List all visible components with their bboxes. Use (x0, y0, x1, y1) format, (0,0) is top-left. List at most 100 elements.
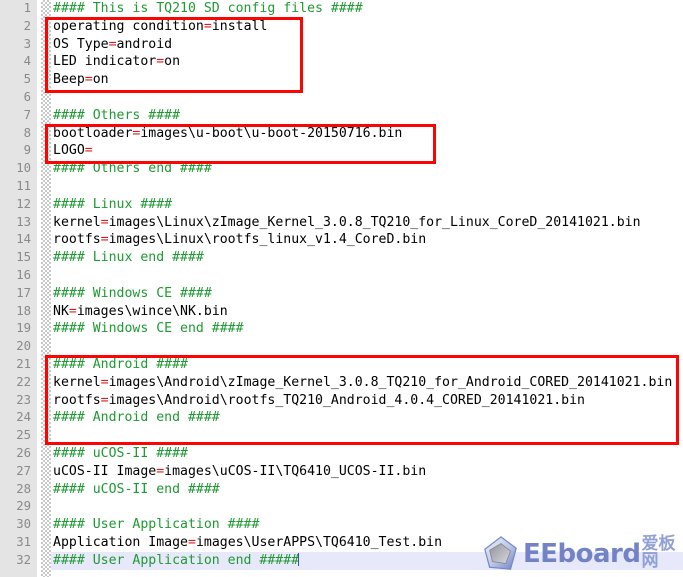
code-line[interactable]: 18 NK=images\wince\NK.bin (0, 303, 683, 321)
code-line-text[interactable]: OS Type=android (53, 36, 172, 54)
code-line[interactable]: 4 LED indicator=on (0, 53, 683, 71)
code-token-text: images\Linux\rootfs_linux_v1.4_CoreD.bin (108, 232, 427, 248)
code-token-text: Application Image (53, 534, 188, 550)
code-line[interactable]: 8 bootloader=images\u-boot\u-boot-2015071… (0, 125, 683, 143)
code-token-comment: #### User Application end ##### (53, 552, 300, 568)
code-line[interactable]: 24 #### Android end #### (0, 409, 683, 427)
code-line[interactable]: 21 #### Android #### (0, 356, 683, 374)
line-number: 8 (23, 125, 31, 140)
code-token-text: images\Android\zImage_Kernel_3.0.8_TQ210… (108, 374, 673, 390)
code-token-text: android (116, 36, 173, 52)
code-line[interactable]: 11 (0, 178, 683, 196)
code-token-comment: #### Linux #### (53, 196, 173, 212)
code-line[interactable]: 6 (0, 89, 683, 107)
code-line-text[interactable]: #### uCOS-II #### (53, 445, 188, 463)
code-line-text[interactable]: NK=images\wince\NK.bin (53, 303, 228, 321)
code-line[interactable]: 13 kernel=images\Linux\zImage_Kernel_3.0.… (0, 214, 683, 232)
code-token-text: bootloader (53, 125, 133, 141)
code-token-comment: #### Linux end #### (53, 250, 204, 266)
code-line-text[interactable]: #### Linux #### (53, 196, 172, 214)
code-line-text[interactable]: Beep=on (53, 71, 109, 89)
text-editor-window[interactable]: 1 #### This is TQ210 SD config files ####… (0, 0, 683, 577)
line-number: 15 (16, 250, 31, 265)
code-line[interactable]: 17 #### Windows CE #### (0, 285, 683, 303)
code-token-text: images\UserAPPS\TQ6410_Test.bin (195, 534, 443, 550)
code-line-text[interactable]: operating condition=install (53, 18, 267, 36)
line-number: 13 (16, 214, 31, 229)
line-number: 3 (23, 36, 31, 51)
code-line-text[interactable]: #### Linux end #### (53, 249, 204, 267)
code-line-text[interactable]: LED indicator=on (53, 53, 180, 71)
line-number: 29 (16, 499, 31, 514)
code-line-text[interactable]: #### Windows CE end #### (53, 320, 244, 338)
line-number: 20 (16, 339, 31, 354)
code-line-text[interactable]: #### Others #### (53, 107, 180, 125)
line-number: 27 (16, 463, 31, 478)
line-number: 31 (16, 534, 31, 549)
code-line-text[interactable]: LOGO= (53, 142, 93, 160)
code-line[interactable]: 2 operating condition=install (0, 18, 683, 36)
line-number: 9 (23, 143, 31, 158)
code-line-text[interactable]: #### User Application end ##### (53, 552, 300, 570)
code-line[interactable]: 12 #### Linux #### (0, 196, 683, 214)
code-token-eq: = (84, 143, 93, 159)
code-line[interactable]: 1 #### This is TQ210 SD config files #### (0, 0, 683, 18)
code-line-text[interactable]: rootfs=images\Android\rootfs_TQ210_Andro… (53, 392, 585, 410)
line-number: 2 (23, 18, 31, 33)
code-token-text: LED indicator (53, 54, 157, 70)
code-token-comment: #### Windows CE end #### (53, 321, 244, 337)
code-line[interactable]: 28 #### uCOS-II end #### (0, 481, 683, 499)
code-line-text[interactable]: #### This is TQ210 SD config files #### (53, 0, 363, 18)
code-line[interactable]: 14 rootfs=images\Linux\rootfs_linux_v1.4_… (0, 231, 683, 249)
code-token-text: images\Linux\zImage_Kernel_3.0.8_TQ210_f… (108, 214, 641, 230)
line-number: 22 (16, 374, 31, 389)
code-line-text[interactable]: kernel=images\Linux\zImage_Kernel_3.0.8_… (53, 214, 641, 232)
code-line-text[interactable]: #### Android end #### (53, 409, 220, 427)
code-line-text[interactable]: #### uCOS-II end #### (53, 481, 220, 499)
code-token-text: Beep (53, 72, 85, 88)
code-line[interactable]: 19 #### Windows CE end #### (0, 320, 683, 338)
code-line[interactable]: 29 (0, 498, 683, 516)
line-number: 1 (23, 1, 31, 15)
code-line-text[interactable]: #### Windows CE #### (53, 285, 212, 303)
code-line[interactable]: 5 Beep=on (0, 71, 683, 89)
code-line-text[interactable]: #### Others end #### (53, 160, 212, 178)
code-token-eq: = (84, 72, 93, 88)
eeboard-watermark: EEboard 爱板网 (482, 535, 680, 573)
code-line-text[interactable]: uCOS-II Image=images\uCOS-II\TQ6410_UCOS… (53, 463, 426, 481)
code-token-eq: = (68, 303, 77, 319)
code-line[interactable]: 26 #### uCOS-II #### (0, 445, 683, 463)
line-number: 16 (16, 267, 31, 282)
line-number: 7 (23, 107, 31, 122)
code-line[interactable]: 3 OS Type=android (0, 36, 683, 54)
code-line[interactable]: 16 (0, 267, 683, 285)
code-line-text[interactable]: Application Image=images\UserAPPS\TQ6410… (53, 534, 442, 552)
code-lines-container[interactable]: 1 #### This is TQ210 SD config files ####… (0, 0, 683, 570)
code-line[interactable]: 15 #### Linux end #### (0, 249, 683, 267)
code-line[interactable]: 30 #### User Application #### (0, 516, 683, 534)
line-number: 21 (16, 356, 31, 371)
code-line[interactable]: 10 #### Others end #### (0, 160, 683, 178)
code-line-text[interactable]: kernel=images\Android\zImage_Kernel_3.0.… (53, 374, 672, 392)
line-number: 28 (16, 481, 31, 496)
code-line-text[interactable]: bootloader=images\u-boot\u-boot-20150716… (53, 125, 402, 143)
code-token-comment: #### Android #### (53, 356, 188, 372)
code-line[interactable]: 20 (0, 338, 683, 356)
code-line[interactable]: 27 uCOS-II Image=images\uCOS-II\TQ6410_UC… (0, 463, 683, 481)
code-line-text[interactable]: #### Android #### (53, 356, 188, 374)
code-token-comment: #### Windows CE #### (53, 285, 212, 301)
watermark-brand-cn: 爱板网 (641, 534, 676, 571)
code-line[interactable]: 9 LOGO= (0, 142, 683, 160)
code-line[interactable]: 25 (0, 427, 683, 445)
line-number: 26 (16, 445, 31, 460)
code-token-eq: = (100, 232, 109, 248)
line-number: 6 (23, 89, 31, 104)
code-line-text[interactable]: rootfs=images\Linux\rootfs_linux_v1.4_Co… (53, 231, 426, 249)
code-line-text[interactable]: #### User Application #### (53, 516, 259, 534)
code-line[interactable]: 23 rootfs=images\Android\rootfs_TQ210_And… (0, 392, 683, 410)
line-number: 23 (16, 392, 31, 407)
code-token-eq: = (203, 18, 212, 34)
code-token-comment: #### Android end #### (53, 410, 220, 426)
code-line[interactable]: 7 #### Others #### (0, 107, 683, 125)
code-line[interactable]: 22 kernel=images\Android\zImage_Kernel_3.… (0, 374, 683, 392)
